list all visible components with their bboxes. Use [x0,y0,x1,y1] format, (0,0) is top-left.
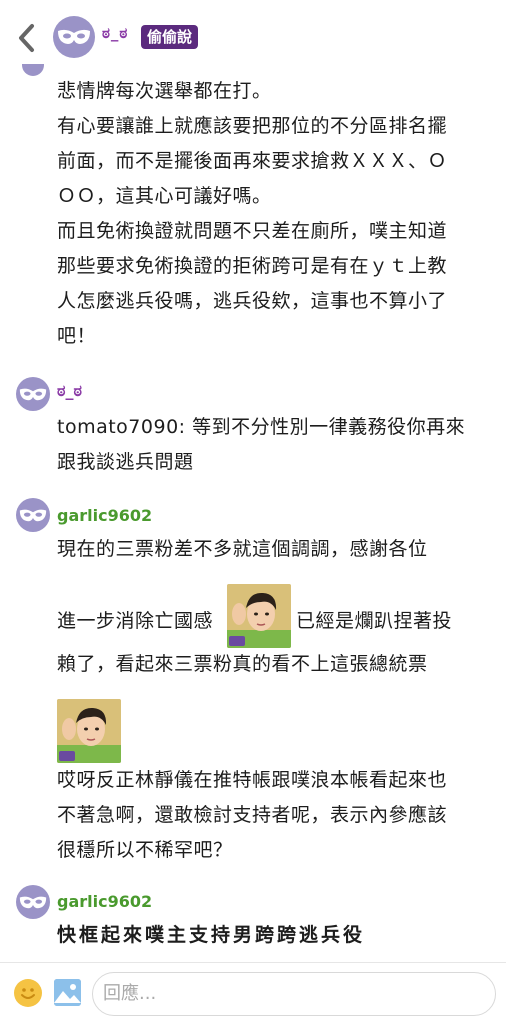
comment-line: 已經是爛趴捏著投 [296,610,453,632]
mask-icon[interactable] [16,377,50,411]
post-line: ＯＯ，這其心可議好嗎。 [57,185,272,207]
sticker-image[interactable] [57,699,121,763]
mask-icon[interactable] [16,885,50,919]
post-line: 人怎麼逃兵役嗎，逃兵役欸，這事也不算小了 [57,290,448,312]
comment-line: 跟我談逃兵問題 [57,451,194,473]
comment-content: 哎呀反正林靜儀在推特帳跟噗浪本帳看起來也 不著急啊，還敢檢討支持者呢，表示內參應… [57,763,485,868]
reply-input[interactable]: 回應... [92,972,496,1016]
comment-line: 賴了，看起來三票粉真的看不上這張總統票 [57,653,428,675]
comment-line: tomato7090: 等到不分性別一律義務役你再來 [57,416,466,438]
image-upload-icon[interactable] [54,979,81,1006]
anonymous-badge: 偷偷說 [141,25,199,49]
top-bar: ಠ_ಠ 偷偷說 [0,0,506,74]
comment-username[interactable]: garlic9602 [57,506,152,525]
username[interactable]: ಠ_ಠ [102,24,128,42]
comment-content: tomato7090: 等到不分性別一律義務役你再來 跟我談逃兵問題 [57,410,485,480]
sticker-image[interactable] [227,584,291,648]
comment-line: 哎呀反正林靜儀在推特帳跟噗浪本帳看起來也 [57,769,448,791]
post-line: 有心要讓誰上就應該要把那位的不分區排名擺 [57,115,448,137]
comment-username[interactable]: garlic9602 [57,892,152,911]
post-line: 而且免術換證就問題不只差在廁所，噗主知道 [57,220,448,242]
comment-line: 很穩所以不稀罕吧？ [57,839,233,861]
post-line: 前面，而不是擺後面再來要求搶救ＸＸＸ、Ｏ [57,150,448,172]
post-line: 悲情牌每次選舉都在打。 [57,80,272,102]
mask-icon[interactable] [53,16,95,58]
comment-line: 現在的三票粉差不多就這個調調，感謝各位 [57,538,428,560]
comment-line: 快框起來噗主支持男跨跨逃兵役 [57,924,366,946]
reply-composer: 回應... [0,962,506,1025]
comment-username[interactable]: ಠ_ಠ [57,381,82,401]
mask-icon[interactable] [16,498,50,532]
comment-line: 進一步消除亡國感 [57,610,214,632]
post-line: 吧！ [57,325,97,347]
avatar [22,64,44,76]
post-line: 那些要求免術換證的拒術跨可是有在ｙｔ上教 [57,255,448,277]
emoji-smile-icon[interactable] [14,979,42,1007]
post-content: 悲情牌每次選舉都在打。 有心要讓誰上就應該要把那位的不分區排名擺 前面，而不是擺… [57,74,485,354]
comment-line: 不著急啊，還敢檢討支持者呢，表示內參應該 [57,804,448,826]
chevron-left-icon[interactable] [14,20,42,56]
